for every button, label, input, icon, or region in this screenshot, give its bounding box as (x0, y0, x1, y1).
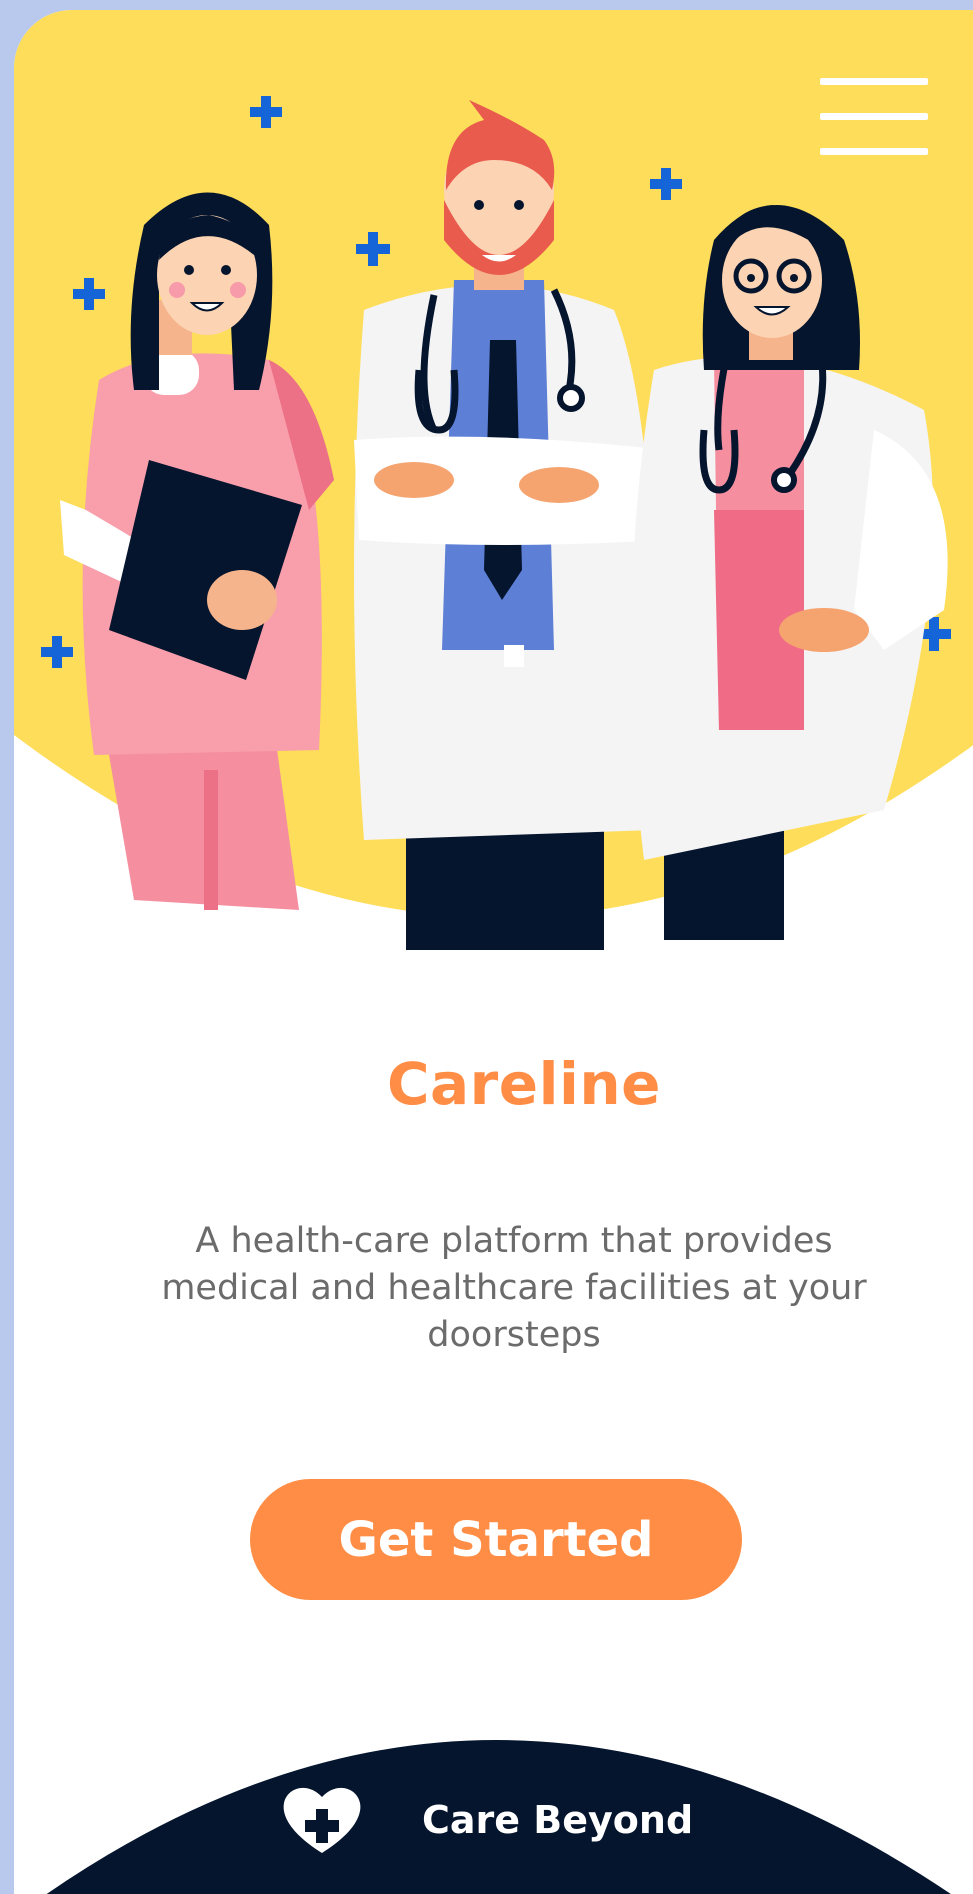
hamburger-menu-icon[interactable] (820, 78, 928, 158)
app-tagline: A health-care platform that provides med… (161, 1221, 867, 1355)
hero-section (14, 10, 973, 950)
app-title: Careline (386, 1050, 662, 1118)
footer-brand-label: Care Beyond (422, 1798, 694, 1842)
get-started-button[interactable]: Get Started (250, 1479, 742, 1600)
heart-plus-icon (283, 1787, 361, 1853)
app-screen: Careline A health-care platform that pro… (14, 10, 973, 1894)
footer-brand: Care Beyond (282, 1780, 693, 1860)
